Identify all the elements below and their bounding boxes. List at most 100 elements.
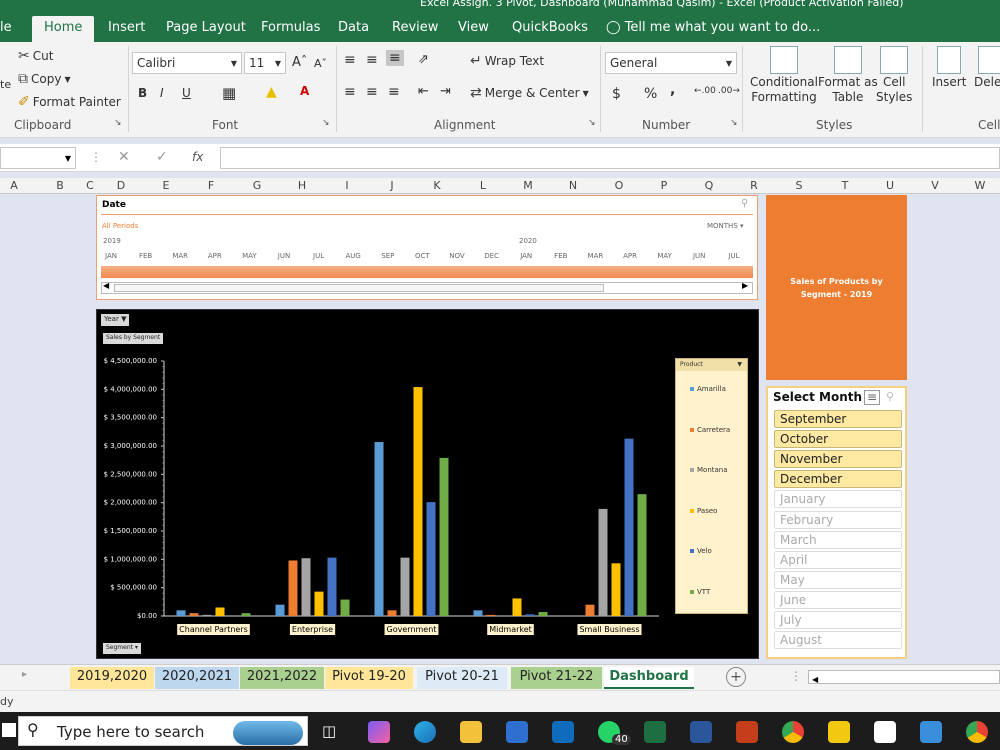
timeline-month[interactable]: OCT bbox=[415, 252, 430, 260]
column-header-s[interactable]: S bbox=[796, 179, 803, 192]
increase-font-icon[interactable]: Aˆ bbox=[292, 55, 307, 70]
align-right-icon[interactable]: ≡ bbox=[388, 84, 400, 100]
font-size-select[interactable]: 11 ▼ bbox=[244, 52, 286, 74]
powerpoint-icon[interactable] bbox=[736, 721, 758, 743]
scroll-tabs-icon[interactable]: ▸ bbox=[22, 669, 27, 680]
scrollbar-thumb[interactable] bbox=[114, 284, 604, 292]
slicer-item-december[interactable]: December bbox=[774, 470, 902, 489]
legend-item-montana[interactable]: Montana bbox=[690, 466, 728, 474]
legend-item-vtt[interactable]: VTT bbox=[690, 588, 710, 596]
cut-button[interactable]: ✂ Cut bbox=[18, 48, 53, 64]
bar-vtt[interactable] bbox=[637, 494, 647, 616]
align-top-icon[interactable]: ≡ bbox=[344, 52, 356, 68]
bold-icon[interactable]: B bbox=[138, 86, 147, 100]
slicer-item-june[interactable]: June bbox=[774, 590, 902, 609]
chrome-icon[interactable] bbox=[782, 721, 804, 743]
column-header-g[interactable]: G bbox=[253, 179, 262, 192]
conditional-formatting-button[interactable]: Conditional Formatting bbox=[750, 46, 818, 104]
bar-vtt[interactable] bbox=[538, 612, 548, 616]
column-header-r[interactable]: R bbox=[750, 179, 758, 192]
wrap-text-button[interactable]: ↵ Wrap Text bbox=[470, 53, 544, 69]
copy-button[interactable]: ⧉ Copy ▼ bbox=[18, 71, 71, 87]
timeline-month[interactable]: JAN bbox=[520, 252, 532, 260]
column-header-c[interactable]: C bbox=[86, 179, 94, 192]
tab-insert[interactable]: Insert bbox=[108, 20, 145, 35]
bar-carretera[interactable] bbox=[189, 613, 199, 616]
add-sheet-icon[interactable]: + bbox=[726, 667, 746, 687]
bar-carretera[interactable] bbox=[288, 560, 298, 616]
file-explorer-icon[interactable] bbox=[460, 721, 482, 743]
chrome-profile-icon[interactable] bbox=[966, 721, 988, 743]
windows-start-icon[interactable] bbox=[2, 723, 16, 737]
sheet-tab-pivot-20-21[interactable]: Pivot 20-21 bbox=[417, 667, 507, 689]
timeline-month[interactable]: FEB bbox=[139, 252, 152, 260]
timeline-scrollbar[interactable]: ◀ ▶ bbox=[101, 281, 753, 294]
orientation-icon[interactable]: ⇗ bbox=[418, 52, 429, 67]
font-color-icon[interactable]: A bbox=[300, 84, 309, 98]
column-header-m[interactable]: M bbox=[523, 179, 533, 192]
timeline-month[interactable]: JUN bbox=[278, 252, 290, 260]
bar-montana[interactable] bbox=[301, 558, 311, 616]
delete-cells-button[interactable]: Delet bbox=[974, 46, 1000, 89]
column-header-e[interactable]: E bbox=[163, 179, 170, 192]
legend-item-paseo[interactable]: Paseo bbox=[690, 507, 717, 515]
pivot-chart[interactable]: Year ▼ Sales by Segment $ 4,500,000.00 $ … bbox=[96, 309, 759, 659]
timeline-month[interactable]: JUL bbox=[313, 252, 324, 260]
percent-button[interactable]: % bbox=[644, 86, 657, 102]
timeline-month[interactable]: JAN bbox=[105, 252, 117, 260]
italic-icon[interactable]: I bbox=[160, 86, 164, 100]
merge-center-button[interactable]: ⇄ Merge & Center ▼ bbox=[470, 85, 589, 101]
column-header-a[interactable]: A bbox=[10, 179, 18, 192]
column-header-l[interactable]: L bbox=[480, 179, 486, 192]
formula-input[interactable] bbox=[220, 147, 1000, 169]
scroll-left-icon[interactable]: ◀ bbox=[103, 281, 109, 290]
timeline-month[interactable]: AUG bbox=[346, 252, 361, 260]
column-header-b[interactable]: B bbox=[56, 179, 64, 192]
bar-amarilla[interactable] bbox=[473, 610, 483, 616]
outlook-icon[interactable] bbox=[552, 721, 574, 743]
paste-button[interactable]: te bbox=[0, 78, 11, 91]
name-box[interactable]: ▼ bbox=[0, 147, 76, 169]
decrease-font-icon[interactable]: Aˇ bbox=[314, 57, 327, 70]
align-center-icon[interactable]: ≡ bbox=[366, 84, 378, 100]
copilot-icon[interactable] bbox=[368, 721, 390, 743]
bar-montana[interactable] bbox=[598, 508, 608, 616]
bar-amarilla[interactable] bbox=[176, 610, 186, 616]
task-view-icon[interactable]: ◫ bbox=[322, 722, 336, 740]
bar-paseo[interactable] bbox=[611, 563, 621, 616]
legend-product-filter[interactable]: Product ▼ bbox=[676, 359, 747, 371]
timeline-month[interactable]: JUL bbox=[728, 252, 739, 260]
sheet-tab-2020-2021[interactable]: 2020,2021 bbox=[155, 667, 239, 689]
bar-amarilla[interactable] bbox=[374, 442, 384, 616]
enter-icon[interactable]: ✓ bbox=[156, 149, 168, 165]
cancel-icon[interactable]: ✕ bbox=[118, 149, 130, 165]
bar-vtt[interactable] bbox=[439, 457, 449, 616]
number-format-select[interactable]: General ▼ bbox=[605, 52, 737, 74]
slicer-item-may[interactable]: May bbox=[774, 570, 902, 589]
bar-vtt[interactable] bbox=[340, 599, 350, 616]
bar-amarilla[interactable] bbox=[275, 604, 285, 616]
column-header-t[interactable]: T bbox=[842, 179, 849, 192]
timeline-month[interactable]: DEC bbox=[484, 252, 499, 260]
column-header-h[interactable]: H bbox=[298, 179, 306, 192]
timeline-month[interactable]: MAR bbox=[172, 252, 188, 260]
column-header-j[interactable]: J bbox=[390, 179, 393, 192]
bar-velo[interactable] bbox=[426, 502, 436, 616]
bar-velo[interactable] bbox=[624, 438, 634, 616]
sheet-tab-pivot-19-20[interactable]: Pivot 19-20 bbox=[325, 667, 413, 689]
decrease-indent-icon[interactable]: ⇤ bbox=[418, 84, 429, 99]
underline-icon[interactable]: U bbox=[182, 86, 191, 100]
multi-select-icon[interactable]: ≡ bbox=[864, 390, 880, 405]
decrease-decimal-icon[interactable]: .00→ bbox=[718, 86, 740, 96]
align-left-icon[interactable]: ≡ bbox=[344, 84, 356, 100]
slicer-item-march[interactable]: March bbox=[774, 530, 902, 549]
slicer-item-september[interactable]: September bbox=[774, 410, 902, 428]
timeline-month[interactable]: MAR bbox=[588, 252, 604, 260]
insert-cells-button[interactable]: Insert bbox=[932, 46, 966, 89]
clear-filter-icon[interactable]: ⚲ bbox=[886, 390, 894, 403]
column-header-q[interactable]: Q bbox=[705, 179, 714, 192]
word-icon[interactable] bbox=[690, 721, 712, 743]
increase-decimal-icon[interactable]: ←.00 bbox=[694, 86, 716, 96]
tab-page-layout[interactable]: Page Layout bbox=[166, 20, 246, 35]
slicer-item-january[interactable]: January bbox=[774, 490, 902, 509]
